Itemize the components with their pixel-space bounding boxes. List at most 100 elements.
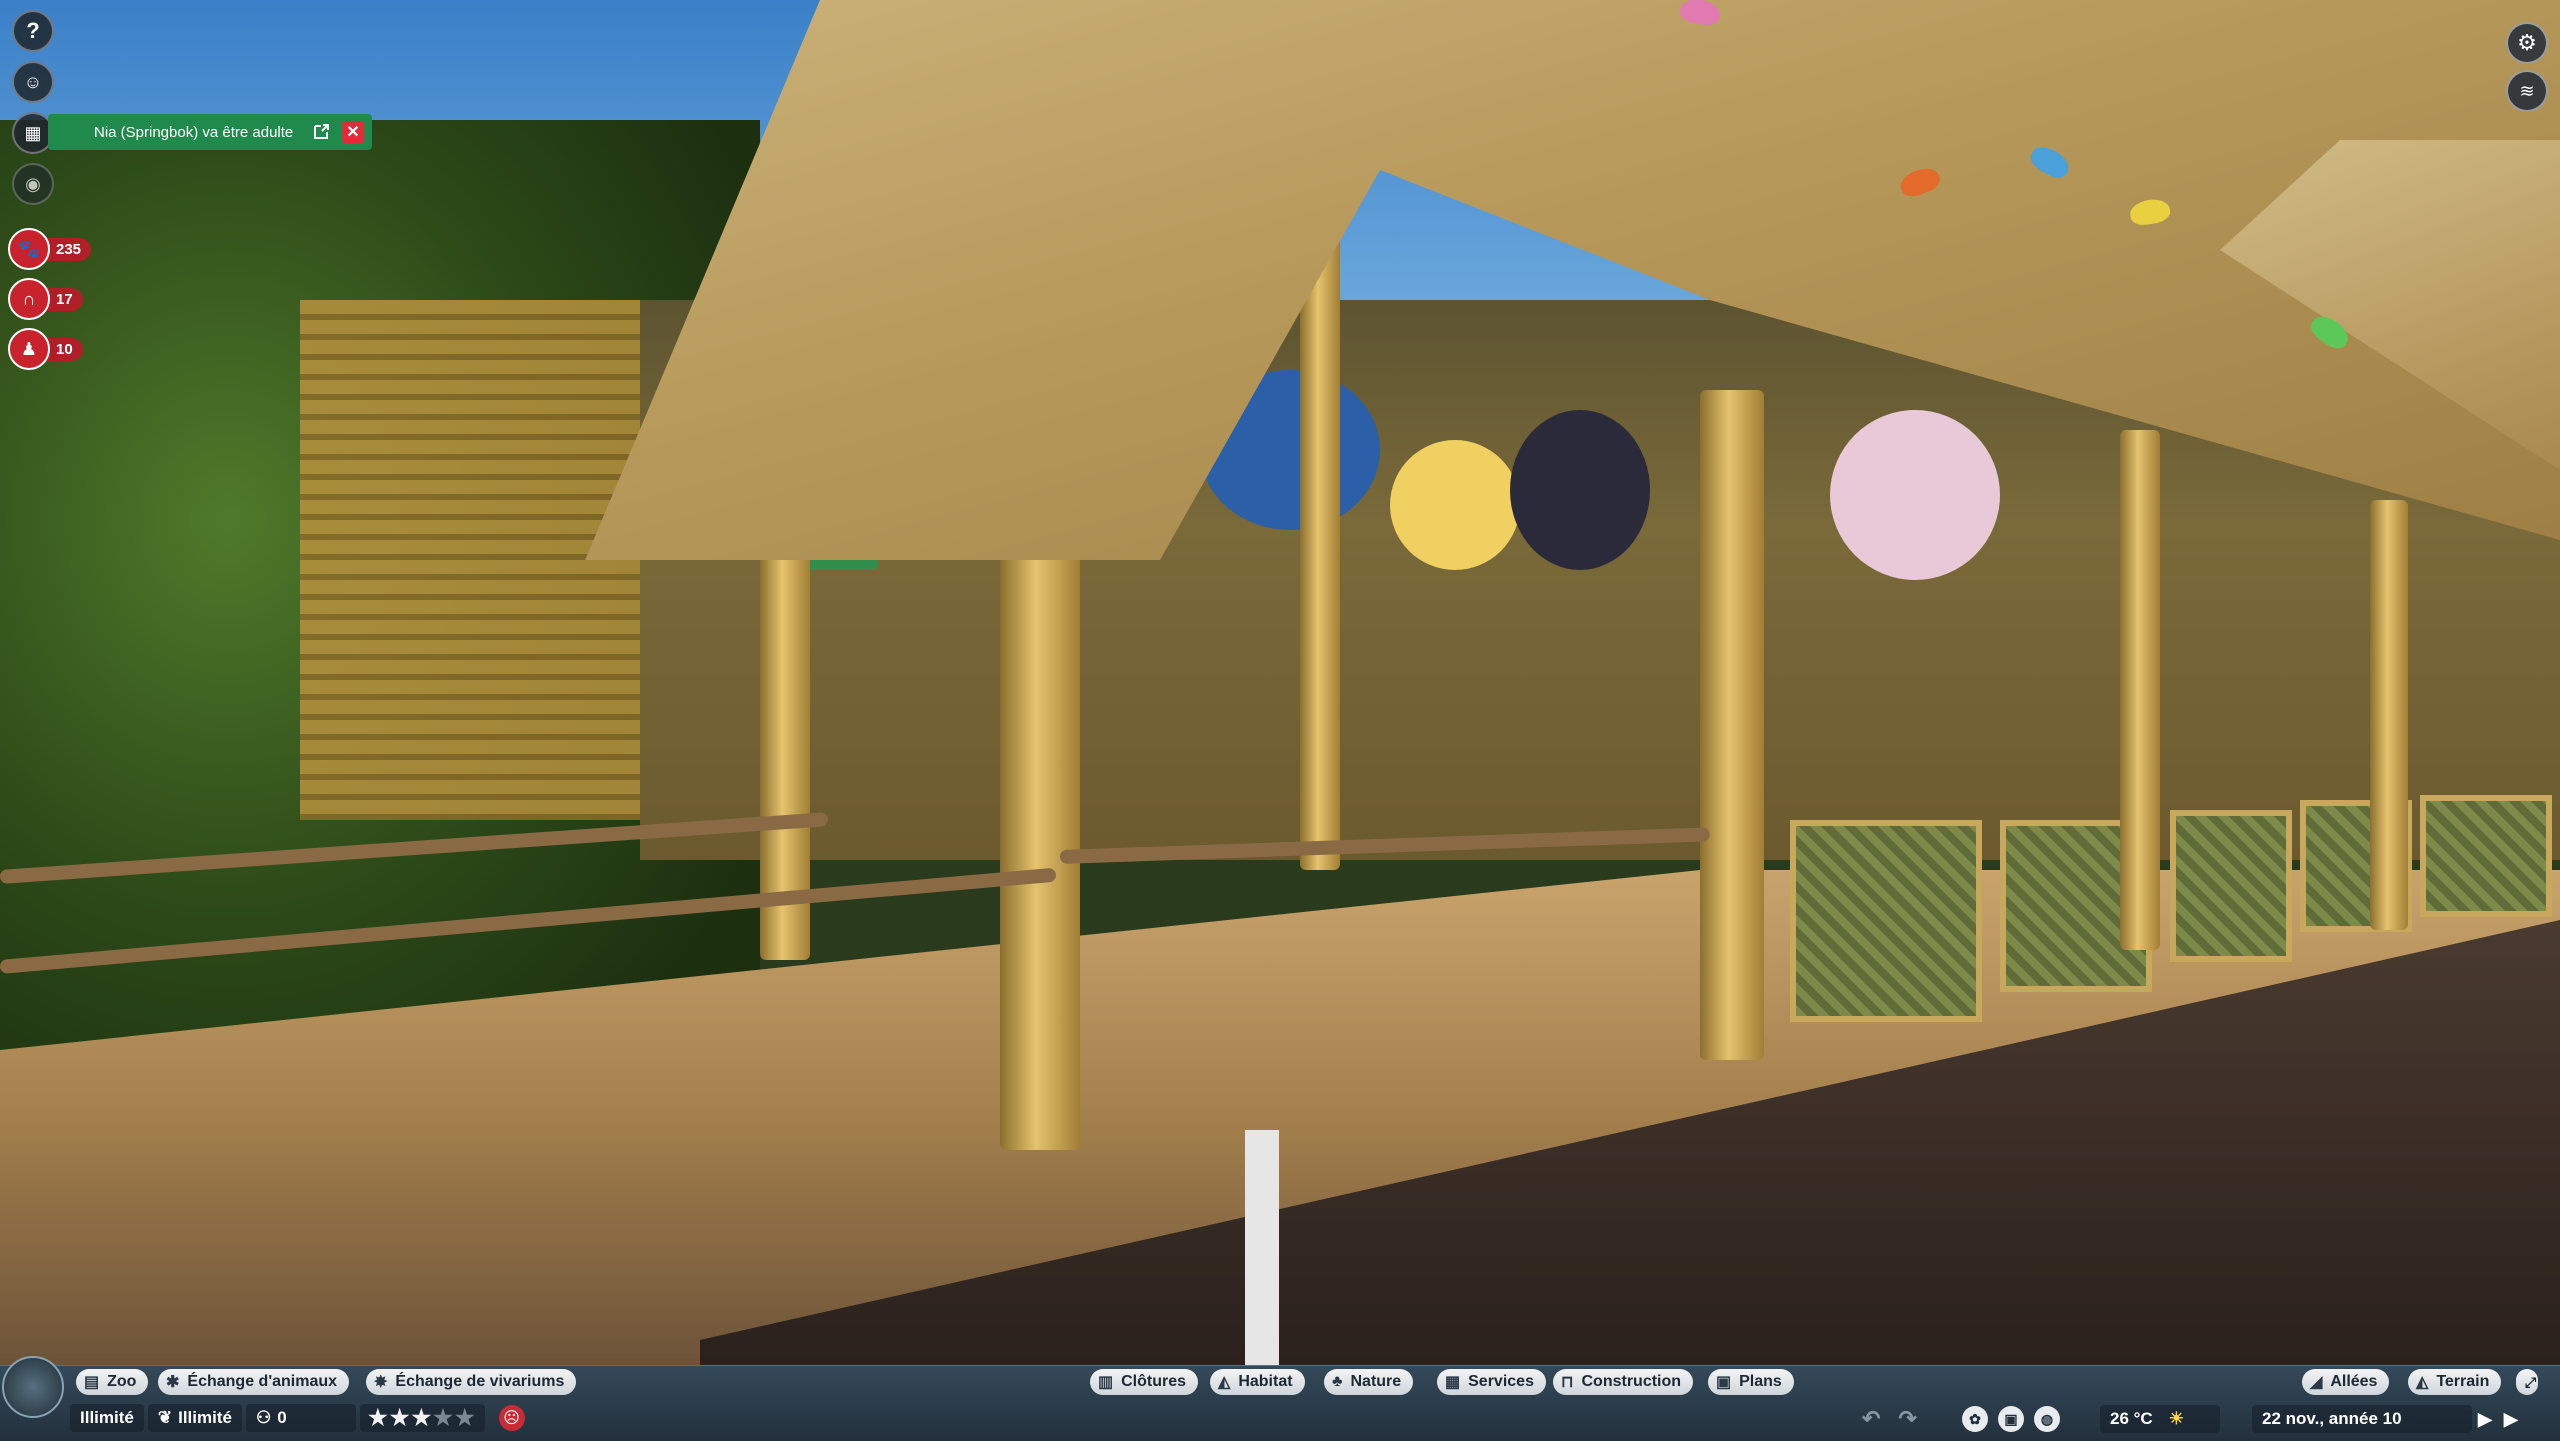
bamboo-pillar xyxy=(2370,500,2408,930)
construction-label: Construction xyxy=(1581,1373,1682,1390)
tree-icon: ♣ xyxy=(1332,1373,1343,1390)
nature-button[interactable]: ♣ Nature xyxy=(1324,1369,1414,1395)
paths-label: Allées xyxy=(2330,1373,2378,1390)
guests-value: 0 xyxy=(277,1408,287,1427)
question-icon: ? xyxy=(26,18,40,43)
restaurant-sign-mexicanite xyxy=(1390,440,1520,570)
gear-icon: ⚙ xyxy=(2517,30,2537,55)
railing-lattice xyxy=(2170,810,2292,962)
layers-button[interactable]: ≋ xyxy=(2506,70,2548,112)
animal-trade-label: Échange d'animaux xyxy=(187,1373,338,1390)
person-icon: ♟ xyxy=(8,328,50,370)
paw-icon: ✱ xyxy=(166,1374,180,1391)
restaurant-sign-hotdog-squad xyxy=(1510,410,1650,570)
path-icon: ◢ xyxy=(2310,1374,2323,1391)
temperature-value: 26 °C xyxy=(2110,1409,2153,1428)
undo-redo: ↶ ↷ xyxy=(1862,1405,1917,1433)
open-external-icon[interactable] xyxy=(310,121,332,143)
help-button[interactable]: ? xyxy=(12,10,54,52)
temple-ruins xyxy=(300,300,660,820)
calendar-icon: ▦ xyxy=(24,122,42,143)
bug-icon: ✸ xyxy=(374,1374,388,1391)
zookeeper-button[interactable]: ☺ xyxy=(12,61,54,103)
blueprints-button[interactable]: ▣ Plans xyxy=(1708,1369,1794,1395)
guests-display[interactable]: ⚇ 0 xyxy=(245,1404,356,1432)
animal-alerts[interactable]: 🐾 235 xyxy=(8,228,92,270)
guest-alerts[interactable]: ♟ 10 xyxy=(8,328,83,370)
nature-label: Nature xyxy=(1350,1373,1402,1390)
expand-icon: ⤢ xyxy=(2525,1373,2537,1390)
rating-star: ★ xyxy=(433,1405,453,1430)
undo-icon[interactable]: ↶ xyxy=(1862,1406,1880,1432)
view-toggle-button[interactable]: ◉ xyxy=(12,163,54,205)
restaurant-sign-donut xyxy=(1830,410,2000,580)
date-value: 22 nov., année 10 xyxy=(2262,1409,2402,1428)
services-button[interactable]: ▦ Services xyxy=(1437,1369,1546,1395)
redo-icon[interactable]: ↷ xyxy=(1898,1406,1916,1432)
close-notification-button[interactable]: ✕ xyxy=(342,121,364,143)
blueprints-label: Plans xyxy=(1739,1373,1782,1390)
railing-lattice xyxy=(2420,795,2552,917)
rating-star: ★ xyxy=(411,1405,432,1430)
vivarium-trade-label: Échange de vivariums xyxy=(395,1373,565,1390)
fast-forward-icon[interactable]: ▶ xyxy=(2504,1409,2518,1430)
close-icon: ✕ xyxy=(346,124,360,141)
rating-star: ★ xyxy=(389,1405,410,1430)
habitat-label: Habitat xyxy=(1238,1373,1293,1390)
rating-star: ★ xyxy=(367,1405,388,1430)
notification-text: Nia (Springbok) va être adulte xyxy=(94,123,294,141)
construction-icon: ⊓ xyxy=(1561,1374,1574,1391)
bamboo-pillar xyxy=(1700,390,1764,1060)
building-icon: ▦ xyxy=(1445,1374,1461,1391)
time-controls: ▶ ▶ xyxy=(2478,1405,2518,1433)
fence-icon: ▥ xyxy=(1098,1374,1114,1391)
date-display: 22 nov., année 10 xyxy=(2252,1405,2476,1433)
settings-button[interactable]: ⚙ xyxy=(2506,22,2548,64)
eye-icon: ◉ xyxy=(25,173,41,194)
zoo-button[interactable]: ▤ Zoo xyxy=(76,1369,149,1395)
white-post xyxy=(1245,1130,1279,1365)
main-menu-orb[interactable] xyxy=(2,1356,64,1418)
guests-icon: ⚇ xyxy=(255,1408,272,1427)
leaf-icon: ❦ xyxy=(157,1408,173,1427)
zoo-icon: ▤ xyxy=(84,1374,100,1391)
view-tools: ✿ ▣ ◍ xyxy=(1962,1405,2070,1433)
bamboo-pillar xyxy=(1300,230,1340,870)
zoo-rating[interactable]: ★ ★ ★ ★ ★ xyxy=(359,1404,485,1432)
staff-alerts[interactable]: ∩ 17 xyxy=(8,278,83,320)
railing-lattice xyxy=(1790,820,1982,1022)
paths-button[interactable]: ◢ Allées xyxy=(2302,1369,2390,1395)
services-label: Services xyxy=(1468,1373,1534,1390)
sun-icon: ☀ xyxy=(2168,1409,2184,1428)
expand-toolbar-button[interactable]: ⤢ xyxy=(2516,1369,2538,1395)
face-icon: ☺ xyxy=(23,71,43,92)
money-value: Illimité xyxy=(80,1408,134,1427)
sad-face-icon[interactable]: ☹ xyxy=(498,1405,525,1431)
habitat-button[interactable]: ◭ Habitat xyxy=(1210,1369,1305,1395)
fences-button[interactable]: ▥ Clôtures xyxy=(1090,1369,1199,1395)
money-display[interactable]: Illimité xyxy=(70,1404,144,1432)
vivarium-trade-button[interactable]: ✸ Échange de vivariums xyxy=(366,1369,577,1395)
terrain-icon: ◭ xyxy=(2416,1374,2429,1391)
layers-icon: ≋ xyxy=(2519,80,2535,101)
terrain-button[interactable]: ◭ Terrain xyxy=(2408,1369,2502,1395)
date: 22 nov., année 10 xyxy=(2252,1405,2472,1433)
temperature: 26 °C ☀ xyxy=(2100,1405,2220,1433)
construction-button[interactable]: ⊓ Construction xyxy=(1553,1369,1694,1395)
research-display[interactable]: ❦ Illimité xyxy=(147,1404,242,1432)
weather-display: 26 °C ☀ xyxy=(2100,1405,2224,1433)
habitat-icon: ◭ xyxy=(1218,1374,1231,1391)
rating-star: ★ xyxy=(454,1405,475,1430)
zoo-label: Zoo xyxy=(107,1373,137,1390)
photo-icon[interactable]: ▣ xyxy=(1998,1406,2024,1432)
fences-label: Clôtures xyxy=(1121,1373,1187,1390)
bamboo-pillar xyxy=(2120,430,2160,950)
play-icon[interactable]: ▶ xyxy=(2478,1409,2492,1430)
animal-trade-button[interactable]: ✱ Échange d'animaux xyxy=(158,1369,350,1395)
camera-mode-icon[interactable]: ✿ xyxy=(1962,1406,1988,1432)
barrier-icon: ∩ xyxy=(8,278,50,320)
status-row: Illimité ❦ Illimité ⚇ 0 ★ ★ ★ ★ ★ ☹ xyxy=(70,1402,525,1434)
heatmap-icon[interactable]: ◍ xyxy=(2034,1406,2060,1432)
game-viewport[interactable] xyxy=(0,0,2560,1365)
notification-banner[interactable]: Nia (Springbok) va être adulte ✕ xyxy=(48,114,372,150)
